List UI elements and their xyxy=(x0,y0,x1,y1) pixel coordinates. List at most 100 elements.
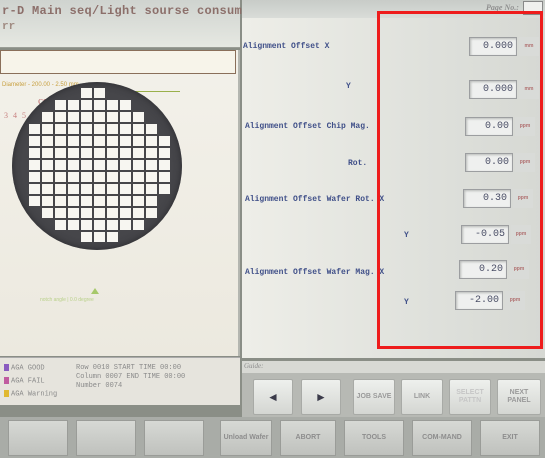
wafer-die[interactable] xyxy=(94,112,105,122)
wafer-die[interactable] xyxy=(81,172,92,182)
wafer-die[interactable] xyxy=(107,100,118,110)
wafer-die[interactable] xyxy=(94,148,105,158)
command-button[interactable]: COM-MAND xyxy=(412,420,472,456)
wafer-die[interactable] xyxy=(81,232,92,242)
wafer-die[interactable] xyxy=(55,196,66,206)
wafer-die[interactable] xyxy=(107,196,118,206)
wafer-die[interactable] xyxy=(94,172,105,182)
tools-button[interactable]: TOOLS xyxy=(344,420,404,456)
wafer-die[interactable] xyxy=(68,160,79,170)
wafer-die[interactable] xyxy=(68,148,79,158)
wafer-die[interactable] xyxy=(81,124,92,134)
wafer-die[interactable] xyxy=(146,208,157,218)
select-pattern-button[interactable]: SELECT PATTN xyxy=(449,379,491,415)
next-panel-button[interactable]: NEXT PANEL xyxy=(497,379,541,415)
wafer-die[interactable] xyxy=(55,172,66,182)
wafer-die[interactable] xyxy=(107,148,118,158)
wafer-die[interactable] xyxy=(68,220,79,230)
wafer-die[interactable] xyxy=(42,172,53,182)
wafer-die[interactable] xyxy=(133,148,144,158)
wafer-die[interactable] xyxy=(55,148,66,158)
wafer-die[interactable] xyxy=(94,232,105,242)
wafer-die[interactable] xyxy=(68,208,79,218)
wafer-die[interactable] xyxy=(68,112,79,122)
wafer-die[interactable] xyxy=(146,136,157,146)
wafer-die[interactable] xyxy=(81,88,92,98)
wafer-die[interactable] xyxy=(120,208,131,218)
wafer-die[interactable] xyxy=(146,148,157,158)
wafer-die[interactable] xyxy=(120,136,131,146)
link-button[interactable]: LINK xyxy=(401,379,443,415)
wafer-die[interactable] xyxy=(120,148,131,158)
wafer-die[interactable] xyxy=(81,160,92,170)
wafer-die[interactable] xyxy=(29,148,40,158)
wafer-die[interactable] xyxy=(120,160,131,170)
wafer-die[interactable] xyxy=(68,172,79,182)
wafer-die[interactable] xyxy=(133,184,144,194)
wafer-die[interactable] xyxy=(120,112,131,122)
wafer-die[interactable] xyxy=(42,208,53,218)
wafer-die[interactable] xyxy=(133,208,144,218)
unload-wafer-button[interactable]: Unload Wafer xyxy=(220,420,272,456)
blank-button[interactable] xyxy=(76,420,136,456)
wafer-die[interactable] xyxy=(159,172,170,182)
previous-button[interactable]: ◄ xyxy=(253,379,293,415)
wafer-die[interactable] xyxy=(55,208,66,218)
wafer-die[interactable] xyxy=(94,88,105,98)
job-save-button[interactable]: JOB SAVE xyxy=(353,379,395,415)
wafer-die[interactable] xyxy=(94,136,105,146)
wafer-die[interactable] xyxy=(133,220,144,230)
wafer-die[interactable] xyxy=(81,148,92,158)
wafer-die[interactable] xyxy=(94,124,105,134)
wafer-die[interactable] xyxy=(146,172,157,182)
wafer-die[interactable] xyxy=(68,136,79,146)
wafer-die[interactable] xyxy=(107,208,118,218)
wafer-die[interactable] xyxy=(81,184,92,194)
wafer-die[interactable] xyxy=(68,184,79,194)
wafer-die[interactable] xyxy=(29,184,40,194)
wafer-map[interactable] xyxy=(12,82,182,250)
wafer-die[interactable] xyxy=(42,184,53,194)
wafer-die[interactable] xyxy=(120,196,131,206)
wafer-die[interactable] xyxy=(120,172,131,182)
wafer-die[interactable] xyxy=(120,220,131,230)
wafer-die[interactable] xyxy=(55,184,66,194)
wafer-die[interactable] xyxy=(107,172,118,182)
wafer-die[interactable] xyxy=(81,136,92,146)
wafer-die[interactable] xyxy=(68,196,79,206)
wafer-die[interactable] xyxy=(42,136,53,146)
wafer-die[interactable] xyxy=(94,208,105,218)
wafer-die[interactable] xyxy=(107,160,118,170)
wafer-die[interactable] xyxy=(107,112,118,122)
wafer-die[interactable] xyxy=(120,124,131,134)
wafer-die[interactable] xyxy=(81,196,92,206)
wafer-die[interactable] xyxy=(146,124,157,134)
wafer-die[interactable] xyxy=(107,124,118,134)
wafer-die[interactable] xyxy=(81,112,92,122)
wafer-die[interactable] xyxy=(159,148,170,158)
wafer-die[interactable] xyxy=(146,160,157,170)
wafer-die[interactable] xyxy=(107,232,118,242)
wafer-die[interactable] xyxy=(42,112,53,122)
wafer-die[interactable] xyxy=(94,160,105,170)
wafer-die[interactable] xyxy=(133,112,144,122)
wafer-die[interactable] xyxy=(107,184,118,194)
wafer-die[interactable] xyxy=(55,124,66,134)
abort-button[interactable]: ABORT xyxy=(280,420,336,456)
wafer-die[interactable] xyxy=(133,160,144,170)
wafer-die[interactable] xyxy=(81,100,92,110)
wafer-die[interactable] xyxy=(29,136,40,146)
wafer-die[interactable] xyxy=(29,124,40,134)
wafer-die[interactable] xyxy=(146,196,157,206)
wafer-die[interactable] xyxy=(94,196,105,206)
wafer-die[interactable] xyxy=(68,124,79,134)
wafer-die[interactable] xyxy=(107,136,118,146)
wafer-die[interactable] xyxy=(29,160,40,170)
wafer-die[interactable] xyxy=(55,220,66,230)
wafer-die[interactable] xyxy=(42,196,53,206)
wafer-die[interactable] xyxy=(94,100,105,110)
wafer-die[interactable] xyxy=(81,220,92,230)
wafer-die[interactable] xyxy=(55,136,66,146)
wafer-die[interactable] xyxy=(120,100,131,110)
wafer-die[interactable] xyxy=(29,172,40,182)
